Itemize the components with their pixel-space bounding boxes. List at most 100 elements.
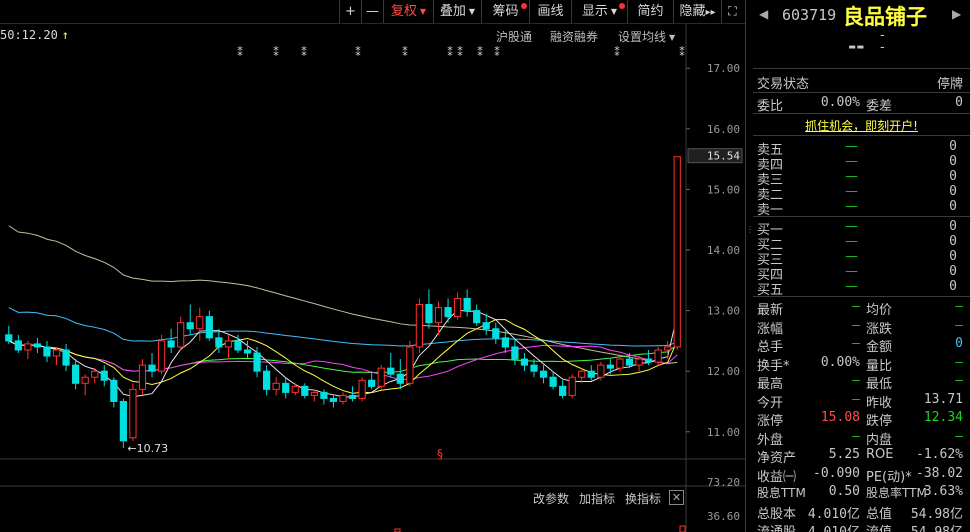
chevron-down-icon: ▼ [468, 7, 476, 16]
ma60-line [8, 307, 678, 347]
event-marker-icon: ⁑ [355, 46, 361, 59]
candle-body [482, 322, 490, 330]
stat-value: 5.25 [828, 447, 860, 462]
price-tick-label: 12.00 [707, 365, 740, 378]
chouma-label: 筹码 [492, 4, 519, 19]
open-account-link[interactable]: 抓住机会，即刻开户! [753, 117, 970, 134]
event-marker-icon: ⁑ [402, 46, 408, 59]
sell-level-price: — [845, 139, 858, 154]
candle-body [511, 346, 519, 360]
chouma-button[interactable]: 筹码 [481, 0, 529, 23]
weicha-label: 委差 [866, 99, 893, 114]
candle-body [434, 307, 443, 324]
buy-level-row: 买三 —0 [757, 249, 957, 268]
candle-body [5, 334, 13, 342]
candle-body [396, 373, 404, 384]
candle-body [559, 385, 567, 396]
stat-value: — [955, 354, 963, 370]
candle-body [329, 397, 338, 402]
candle-body [673, 156, 681, 348]
stat-label: 均价 [866, 303, 893, 318]
stat-value: — [852, 336, 860, 351]
price-tick-label: 16.00 [707, 123, 740, 136]
huaxian-button[interactable]: 画线 [529, 0, 571, 23]
event-marker-icon: ⁑ [447, 46, 453, 59]
sell-level-price: — [845, 184, 858, 199]
fullscreen-icon[interactable]: ⛶ [721, 0, 743, 23]
stat-label: 昨收 [866, 395, 893, 411]
stat-label: 流值 [866, 521, 892, 532]
notification-dot-icon [521, 3, 527, 9]
candle-body [463, 297, 471, 312]
stat-label: 涨跌 [866, 321, 893, 337]
ma30-line [8, 340, 678, 373]
price-tick-label: 11.00 [707, 426, 740, 439]
sell-level-price: — [845, 154, 858, 169]
kline-chart[interactable]: 50:12.20 ↑ 沪股通 融资融券 设置均线 ▼ 17.00 16.00 15.00… [0, 24, 745, 532]
candle-body [291, 385, 299, 393]
price-change: -- [880, 29, 885, 54]
stat-value: 13.71 [923, 391, 963, 407]
sub-tick-label: 73.20 [707, 476, 740, 489]
stat-label: 涨停 [757, 414, 784, 429]
stat-value: — [852, 428, 860, 444]
stat-label: 最新 [757, 303, 784, 318]
next-stock-icon[interactable]: ▶ [952, 7, 961, 21]
stock-name: 良品铺子 [843, 5, 927, 29]
fuquan-button[interactable]: 复权 ▼ [383, 0, 433, 23]
kline-svg: 17.00 16.00 15.00 14.00 13.00 12.00 11.00 15.54… [0, 24, 745, 532]
candle-body [320, 391, 328, 399]
diejia-button[interactable]: 叠加 ▼ [433, 0, 481, 23]
chevron-down-icon: ▼ [610, 7, 618, 16]
zoom-in-button[interactable]: + [339, 0, 361, 23]
candle-body [253, 352, 261, 372]
xianshi-button[interactable]: 显示 ▼ [571, 0, 627, 23]
volume-bar [679, 525, 686, 532]
candle-body [52, 349, 61, 357]
xianshi-label: 显示 [581, 4, 608, 19]
stat-value: — [852, 391, 860, 407]
candle-body [616, 358, 624, 369]
candle-body [339, 394, 347, 402]
buy-level-price: — [845, 219, 858, 234]
candle-body [234, 340, 242, 351]
stat-label: 跌停 [866, 414, 893, 429]
candle-body [625, 358, 634, 366]
sell-level-volume: 0 [949, 139, 957, 154]
stat-label: 总股本 [757, 506, 797, 522]
candle-body [33, 343, 42, 348]
resize-grip-icon[interactable]: ⋮ [746, 225, 754, 237]
close-indicator-icon[interactable]: ✕ [669, 490, 684, 505]
candle-body [587, 370, 595, 378]
stat-label: 最高 [757, 377, 784, 392]
candle-body [243, 349, 252, 354]
stat-value: — [852, 299, 860, 314]
prev-stock-icon[interactable]: ◀ [759, 7, 768, 21]
candle-body [549, 376, 557, 387]
weibi-value: 0.00% [820, 95, 860, 110]
yincang-label: 隐藏 [679, 4, 706, 19]
candle-body [348, 394, 357, 399]
candle-body [530, 364, 538, 372]
candle-body [282, 382, 290, 393]
sell-level-price: — [845, 169, 858, 184]
diejia-label: 叠加 [439, 4, 466, 19]
change-params-link[interactable]: 改参数 [533, 490, 569, 507]
low-price-marker: ←10.73 [127, 442, 168, 455]
section-marker-icon: § [437, 447, 443, 461]
add-indicator-link[interactable]: 加指标 [579, 490, 615, 507]
jianyue-button[interactable]: 简约 [627, 0, 673, 23]
candle-body [501, 337, 509, 348]
switch-indicator-link[interactable]: 换指标 [625, 490, 661, 507]
sell-level-volume: 0 [949, 169, 957, 184]
candle-body [444, 307, 452, 318]
yincang-button[interactable]: 隐藏▸▸ [673, 0, 721, 23]
zoom-out-button[interactable]: — [361, 0, 383, 23]
candle-body [100, 370, 108, 381]
stat-label: 今开 [757, 395, 784, 411]
stat-value: — [852, 317, 860, 333]
buy-level-row: 买四 —0 [757, 264, 957, 283]
price-tick-label: 15.00 [707, 183, 740, 196]
stat-label: 流通股 [757, 521, 796, 532]
candle-body [263, 370, 271, 390]
